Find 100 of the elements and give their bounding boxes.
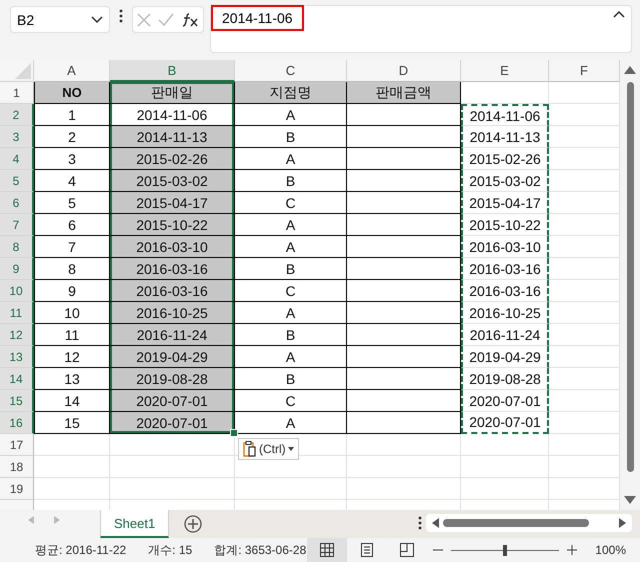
scroll-up-icon[interactable] (624, 66, 636, 74)
column-header[interactable]: B (110, 60, 235, 82)
row-header[interactable]: 10 (0, 280, 34, 302)
caret-icon (288, 447, 294, 451)
column-header[interactable]: F (549, 60, 620, 82)
row-header[interactable]: 7 (0, 214, 34, 236)
table-cell: 2016-03-10 (461, 236, 549, 258)
formula-bar[interactable]: 2014-11-06 (210, 5, 632, 53)
table-cell: 2020-07-01 (110, 412, 235, 434)
row-header[interactable]: 4 (0, 148, 34, 170)
more-options-icon[interactable] (418, 516, 422, 530)
row-header[interactable]: 1 (0, 82, 34, 104)
table-cell: C (235, 280, 347, 302)
function-icon[interactable] (181, 12, 200, 28)
table-cell: A (235, 214, 347, 236)
table-cell: 2019-04-29 (461, 346, 549, 368)
table-cell: 2016-03-16 (110, 258, 235, 280)
collapse-icon[interactable] (613, 10, 625, 18)
table-cell: A (235, 236, 347, 258)
clipboard-icon (243, 441, 257, 457)
scroll-left-icon[interactable] (432, 518, 439, 528)
scroll-right-icon[interactable] (619, 518, 626, 528)
zoom-slider-thumb[interactable] (503, 544, 508, 556)
row-header[interactable]: 17 (0, 434, 34, 456)
header-cell: NO (34, 82, 110, 104)
table-cell: B (235, 258, 347, 280)
table-cell: B (235, 368, 347, 390)
header-cell: 판매일 (110, 82, 235, 104)
table-cell: 2016-03-10 (110, 236, 235, 258)
table-cell: C (235, 390, 347, 412)
sheet-tab[interactable]: Sheet1 (100, 510, 170, 538)
table-cell: 2014-11-06 (461, 104, 549, 126)
row-header[interactable]: 11 (0, 302, 34, 324)
table-cell: 2020-07-01 (110, 390, 235, 412)
table-cell: 2014-11-13 (110, 126, 235, 148)
row-header[interactable]: 14 (0, 368, 34, 390)
zoom-level[interactable]: 100% (595, 543, 626, 557)
chevron-down-icon (91, 16, 103, 24)
table-cell: A (235, 104, 347, 126)
page-break-icon (400, 543, 414, 557)
row-header[interactable]: 5 (0, 170, 34, 192)
table-cell: C (235, 192, 347, 214)
normal-view-button[interactable] (307, 538, 348, 562)
table-cell: 2019-08-28 (461, 368, 549, 390)
row-header[interactable]: 8 (0, 236, 34, 258)
row-header[interactable]: 16 (0, 412, 34, 434)
table-cell: 2020-07-01 (461, 390, 549, 412)
table-cell: A (235, 412, 347, 434)
row-header[interactable]: 6 (0, 192, 34, 214)
table-cell: A (235, 302, 347, 324)
table-cell: 2016-03-16 (461, 280, 549, 302)
column-header[interactable]: A (34, 60, 110, 82)
table-cell: A (235, 148, 347, 170)
table-cell: 2014-11-06 (110, 104, 235, 126)
column-header[interactable]: C (235, 60, 347, 82)
vertical-scrollbar-thumb[interactable] (627, 82, 634, 472)
table-cell: B (235, 126, 347, 148)
scroll-down-icon[interactable] (624, 496, 636, 504)
table-cell: 2015-03-02 (461, 170, 549, 192)
table-cell: 2015-10-22 (110, 214, 235, 236)
table-cell: B (235, 170, 347, 192)
header-cell: 지점명 (235, 82, 347, 104)
table-cell: 2015-02-26 (110, 148, 235, 170)
add-sheet-icon[interactable] (183, 514, 204, 534)
row-header[interactable]: 19 (0, 478, 34, 500)
column-header[interactable]: D (347, 60, 461, 82)
table-cell: 2016-03-16 (461, 258, 549, 280)
table-cell: 2020-07-01 (461, 412, 549, 434)
status-text: 합계: 3653-06-28 (214, 542, 306, 558)
row-header[interactable]: 15 (0, 390, 34, 412)
header-cell: 판매금액 (347, 82, 461, 104)
row-header[interactable]: 12 (0, 324, 34, 346)
row-header[interactable]: 9 (0, 258, 34, 280)
page-icon (361, 543, 374, 557)
name-box[interactable]: B2 (10, 6, 110, 33)
row-header[interactable]: 3 (0, 126, 34, 148)
table-cell: 2015-10-22 (461, 214, 549, 236)
zoom-in-icon[interactable] (567, 545, 578, 555)
table-cell: A (235, 346, 347, 368)
table-cell: 2016-11-24 (461, 324, 549, 346)
grid-icon (320, 543, 334, 557)
fill-handle[interactable] (230, 429, 238, 437)
formula-text: 2014-11-06 (211, 5, 304, 31)
check-icon[interactable] (158, 12, 174, 26)
table-cell: 2016-03-16 (110, 280, 235, 302)
row-header[interactable]: 18 (0, 456, 34, 478)
table-cell: 2015-02-26 (461, 148, 549, 170)
table-cell: 2015-04-17 (110, 192, 235, 214)
row-header[interactable]: 13 (0, 346, 34, 368)
table-cell: 2015-03-02 (110, 170, 235, 192)
table-cell: 2016-11-24 (110, 324, 235, 346)
paste-options-button[interactable]: (Ctrl) (238, 438, 299, 460)
row-header[interactable]: 2 (0, 104, 34, 126)
horizontal-scrollbar-thumb[interactable] (443, 519, 589, 527)
table-cell: B (235, 324, 347, 346)
table-cell: 2016-10-25 (461, 302, 549, 324)
status-text: 평균: 2016-11-22 (35, 542, 126, 558)
column-header[interactable]: E (461, 60, 549, 82)
table-cell: 2014-11-13 (461, 126, 549, 148)
table-cell: 2016-10-25 (110, 302, 235, 324)
